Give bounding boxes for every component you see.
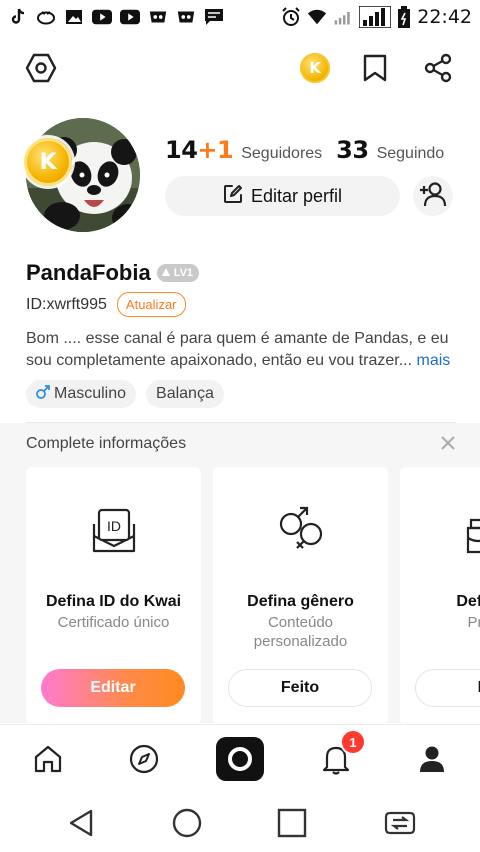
- camera-icon: [216, 737, 264, 781]
- bio-more-link[interactable]: mais: [416, 352, 450, 369]
- birthday-cake-icon: [460, 503, 480, 559]
- home-circle-icon[interactable]: [170, 806, 204, 840]
- followers-label[interactable]: Seguidores: [241, 145, 322, 163]
- id-row: ID:xwrft995 Atualizar: [26, 292, 186, 317]
- bookmark-icon[interactable]: [357, 50, 393, 86]
- notification-count-badge: 1: [340, 729, 366, 755]
- male-icon: [36, 384, 50, 404]
- name-row: PandaFobia LV1: [26, 260, 200, 286]
- switch-sim-icon[interactable]: [380, 806, 420, 840]
- edit-profile-button[interactable]: Editar perfil: [165, 176, 400, 216]
- card-subtitle: Certificado único: [57, 614, 170, 631]
- gender-tag-label: Masculino: [54, 385, 127, 402]
- home-icon[interactable]: [26, 737, 70, 781]
- edit-id-button[interactable]: Editar: [41, 669, 185, 707]
- zodiac-tag[interactable]: Balança: [146, 380, 224, 408]
- id-card-icon: ID: [86, 503, 142, 559]
- complete-info-section: Complete informações ID Defina ID do Kwa…: [0, 423, 480, 725]
- settings-hexagon-icon[interactable]: [23, 50, 59, 86]
- card-kwai-id[interactable]: ID Defina ID do Kwai Certificado único E…: [26, 467, 201, 725]
- card-birthday[interactable]: Defina a Própri Fe: [400, 467, 480, 725]
- svg-text:ID: ID: [107, 518, 121, 534]
- edit-icon: [223, 184, 243, 209]
- card-title: Defina a: [456, 593, 480, 610]
- complete-info-title: Complete informações: [26, 435, 187, 452]
- following-label[interactable]: Seguindo: [377, 145, 445, 163]
- tiktok-icon: [8, 8, 28, 26]
- avatar-area[interactable]: K: [18, 118, 142, 234]
- level-triangle-icon: [161, 267, 171, 280]
- update-id-button[interactable]: Atualizar: [116, 292, 186, 317]
- game-icon: [176, 8, 196, 26]
- bio: Bom .... esse canal é para quem é amante…: [26, 328, 466, 372]
- coin-icon[interactable]: K: [297, 50, 333, 86]
- profile-tags: Masculino Balança: [26, 380, 224, 408]
- followers-count[interactable]: 14+1: [165, 136, 234, 164]
- edit-profile-label: Editar perfil: [250, 185, 343, 206]
- share-icon[interactable]: [420, 50, 456, 86]
- level-text: LV1: [173, 267, 194, 279]
- kwai-coin-badge: K: [24, 138, 72, 186]
- add-user-icon: [419, 181, 447, 212]
- app-icon: [36, 8, 56, 26]
- complete-info-cards: ID Defina ID do Kwai Certificado único E…: [26, 467, 480, 727]
- camera-button[interactable]: [216, 737, 264, 781]
- card-title: Defina ID do Kwai: [45, 593, 182, 610]
- birthday-done-button[interactable]: Fe: [415, 669, 480, 707]
- profile-icon[interactable]: [410, 737, 454, 781]
- youtube-icon: [120, 8, 140, 26]
- game-icon: [148, 8, 168, 26]
- following-count[interactable]: 33: [336, 136, 369, 164]
- recents-icon[interactable]: [275, 806, 309, 840]
- zodiac-tag-label: Balança: [156, 385, 214, 402]
- profile-name: PandaFobia: [26, 260, 151, 285]
- card-title: Defina gênero: [247, 593, 354, 610]
- image-icon: [64, 8, 84, 26]
- battery-icon: [397, 5, 411, 28]
- card-gender[interactable]: Defina gênero Conteúdo personalizado Fei…: [213, 467, 388, 725]
- wifi-icon: [307, 8, 327, 26]
- notifications-icon[interactable]: 1: [314, 729, 366, 781]
- discover-icon[interactable]: [122, 737, 166, 781]
- user-id: ID:xwrft995: [26, 295, 107, 313]
- bio-text: Bom .... esse canal é para quem é amante…: [26, 330, 449, 369]
- alarm-icon: [281, 6, 301, 26]
- status-bar: 22:42: [0, 0, 480, 33]
- bottom-nav: 1: [0, 724, 480, 792]
- signal-icon: [333, 8, 353, 26]
- find-friends-button[interactable]: [413, 176, 453, 216]
- signal-3g-icon: [359, 5, 392, 28]
- follow-stats: 14+1 Seguidores 33 Seguindo: [165, 136, 450, 164]
- youtube-icon: [92, 8, 112, 26]
- gender-icon: [273, 503, 329, 559]
- coin-letter: K: [300, 53, 330, 83]
- gender-done-button[interactable]: Feito: [228, 669, 372, 707]
- close-icon[interactable]: [440, 435, 456, 451]
- level-badge[interactable]: LV1: [156, 264, 200, 282]
- card-subtitle: Conteúdo personalizado: [253, 614, 348, 650]
- back-icon[interactable]: [64, 806, 98, 840]
- clock: 22:42: [417, 5, 472, 28]
- gender-tag[interactable]: Masculino: [26, 380, 137, 408]
- card-subtitle: Própri: [467, 614, 480, 631]
- profile-toolbar: K: [0, 50, 480, 90]
- system-nav-bar: [0, 792, 480, 852]
- message-icon: [204, 8, 224, 26]
